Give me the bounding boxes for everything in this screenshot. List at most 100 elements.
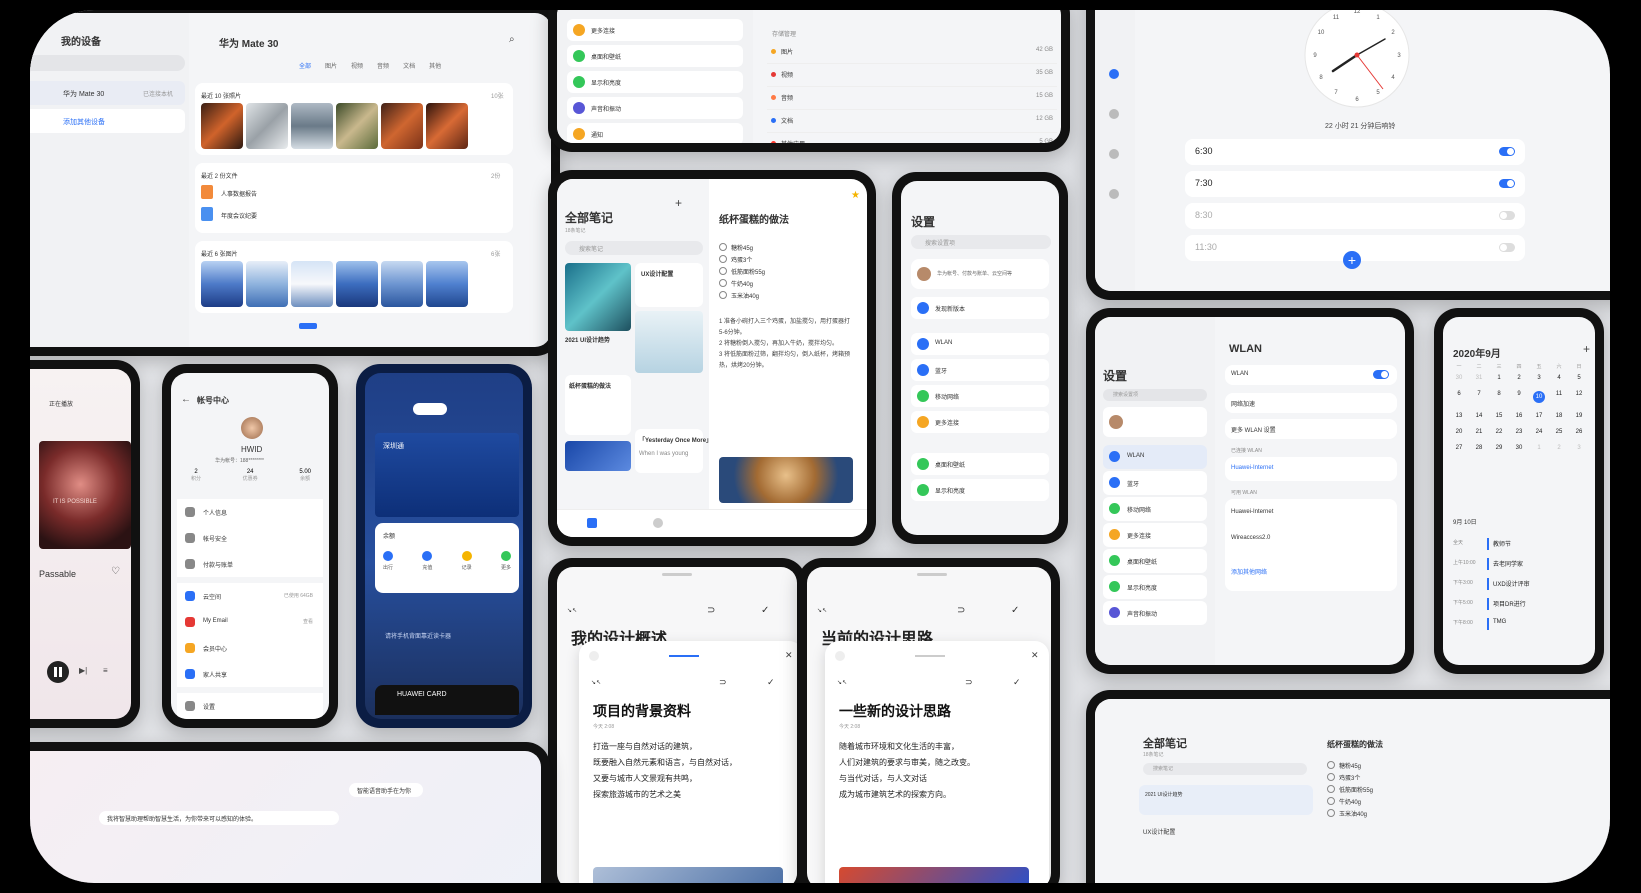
- stopwatch-icon[interactable]: [1109, 149, 1119, 159]
- event-item[interactable]: 下午3:00 UXD设计评审: [1453, 575, 1593, 595]
- world-clock-icon[interactable]: [1109, 109, 1119, 119]
- calendar-date[interactable]: 3: [1529, 375, 1549, 381]
- undo-icon[interactable]: ⊃: [707, 605, 715, 616]
- wlan-toggle-row[interactable]: WLAN: [1225, 365, 1397, 385]
- done-icon[interactable]: ✓: [1011, 605, 1019, 616]
- checklist-item[interactable]: 鸡蛋3个: [1327, 771, 1373, 783]
- settings-row[interactable]: 更多连接: [911, 411, 1049, 433]
- search-icon[interactable]: ⌕: [509, 35, 515, 45]
- drag-handle[interactable]: [917, 573, 947, 576]
- photo-thumb[interactable]: [336, 103, 378, 149]
- calendar-date[interactable]: 4: [1549, 375, 1569, 381]
- photo-thumb[interactable]: [336, 261, 378, 307]
- note-card-image[interactable]: [635, 311, 703, 373]
- alarm-row[interactable]: 7:30: [1185, 171, 1525, 197]
- transit-card[interactable]: 深圳通: [375, 433, 519, 517]
- device-row[interactable]: 华为 Mate 30 已连接本机: [30, 81, 185, 105]
- settings-row[interactable]: 桌面和壁纸: [567, 45, 743, 67]
- photo-thumb[interactable]: [246, 261, 288, 307]
- checklist-item[interactable]: 糖粉45g: [719, 241, 765, 253]
- checkbox[interactable]: [719, 279, 727, 287]
- file-name[interactable]: 年度会议纪要: [221, 211, 257, 220]
- account-row[interactable]: [1103, 407, 1207, 437]
- calendar-date[interactable]: 1: [1489, 375, 1509, 381]
- account-stat[interactable]: 5.00 余额: [299, 469, 311, 482]
- checkbox[interactable]: [719, 255, 727, 263]
- file-name[interactable]: 人事数据报告: [221, 189, 257, 198]
- checkbox[interactable]: [1327, 773, 1335, 781]
- photo-thumb[interactable]: [381, 261, 423, 307]
- photo-thumb[interactable]: [291, 103, 333, 149]
- checklist-item[interactable]: 低筋面粉55g: [1327, 783, 1373, 795]
- sidebar-item[interactable]: 蓝牙: [1103, 471, 1207, 495]
- settings-row[interactable]: 显示和亮度: [567, 71, 743, 93]
- network-accel-row[interactable]: 网络加速: [1225, 393, 1397, 413]
- calendar-date[interactable]: 5: [1569, 375, 1589, 381]
- calendar-date[interactable]: 10: [1533, 391, 1545, 403]
- sidebar-item[interactable]: 桌面和壁纸: [1103, 549, 1207, 573]
- calendar-date[interactable]: 24: [1529, 429, 1549, 435]
- alarm-toggle[interactable]: [1499, 179, 1515, 188]
- alarm-row[interactable]: 8:30: [1185, 203, 1525, 229]
- account-menu-item[interactable]: 帐号安全: [177, 525, 323, 551]
- note-card-image[interactable]: [565, 263, 631, 331]
- sidebar-item[interactable]: WLAN: [1103, 445, 1207, 469]
- settings-row[interactable]: 桌面和壁纸: [911, 453, 1049, 475]
- tab-item[interactable]: 全部: [299, 61, 311, 70]
- alarm-row[interactable]: 6:30: [1185, 139, 1525, 165]
- storage-item[interactable]: 图片 42 GB: [767, 41, 1057, 64]
- calendar-date[interactable]: 26: [1569, 429, 1589, 435]
- wallet-action[interactable]: 出行: [383, 551, 393, 571]
- sidebar-item[interactable]: 更多连接: [1103, 523, 1207, 547]
- account-menu-item[interactable]: 家人共享: [177, 661, 323, 687]
- add-alarm-button[interactable]: +: [1343, 251, 1361, 269]
- account-menu-item[interactable]: 设置: [177, 693, 323, 719]
- selection-icon[interactable]: ↘↖: [567, 607, 577, 614]
- storage-item[interactable]: 其他应用 5 GB: [767, 133, 1057, 143]
- heart-icon[interactable]: ♡: [111, 567, 120, 577]
- settings-row[interactable]: 蓝牙: [911, 359, 1049, 381]
- note-photo[interactable]: [593, 867, 783, 883]
- add-device-row[interactable]: 添加其他设备: [30, 109, 185, 133]
- wallet-action[interactable]: 记录: [461, 551, 472, 571]
- add-event-icon[interactable]: +: [1583, 343, 1590, 355]
- tab-item[interactable]: 视频: [351, 61, 363, 70]
- calendar-date[interactable]: 12: [1569, 391, 1589, 403]
- photo-thumb[interactable]: [291, 261, 333, 307]
- todo-tab-icon[interactable]: [653, 518, 663, 528]
- sidebar-item[interactable]: 声音和振动: [1103, 601, 1207, 625]
- selection-icon[interactable]: ↘↖: [817, 607, 827, 614]
- event-item[interactable]: 上午10:00 去老同学家: [1453, 555, 1593, 575]
- settings-row[interactable]: 显示和亮度: [911, 479, 1049, 501]
- event-item[interactable]: 下午8:00 TMG: [1453, 615, 1593, 635]
- calendar-date[interactable]: 21: [1469, 429, 1489, 435]
- undo-icon[interactable]: ⊃: [957, 605, 965, 616]
- calendar-date[interactable]: 1: [1529, 445, 1549, 451]
- note-photo[interactable]: [719, 457, 853, 503]
- search-input[interactable]: [30, 55, 185, 71]
- add-note-icon[interactable]: +: [675, 197, 682, 209]
- photo-thumb[interactable]: [426, 261, 468, 307]
- account-stat[interactable]: 2 积分: [191, 469, 201, 482]
- account-menu-item[interactable]: 会员中心: [177, 635, 323, 661]
- calendar-date[interactable]: 18: [1549, 413, 1569, 419]
- alarm-toggle[interactable]: [1499, 211, 1515, 220]
- settings-row[interactable]: 发现新版本: [911, 297, 1049, 319]
- checkbox[interactable]: [1327, 809, 1335, 817]
- selection-icon[interactable]: ↘↖: [591, 679, 601, 686]
- tab-item[interactable]: 图片: [325, 61, 337, 70]
- tab-item[interactable]: 音频: [377, 61, 389, 70]
- connected-network[interactable]: Huawei-Internet: [1225, 457, 1397, 481]
- note-card-title[interactable]: UX设计配置: [1143, 827, 1175, 836]
- checklist-item[interactable]: 玉米油40g: [1327, 807, 1373, 819]
- done-icon[interactable]: ✓: [761, 605, 769, 616]
- checkbox[interactable]: [719, 267, 727, 275]
- account-stat[interactable]: 24 优惠券: [243, 469, 258, 482]
- sidebar-item[interactable]: 显示和亮度: [1103, 575, 1207, 599]
- account-menu-item[interactable]: 个人信息: [177, 499, 323, 525]
- network-item[interactable]: Wireaccess2.0: [1231, 535, 1270, 541]
- note-photo[interactable]: [839, 867, 1029, 883]
- notes-tab-icon[interactable]: [587, 518, 597, 528]
- avatar[interactable]: [241, 417, 263, 439]
- more-wlan-row[interactable]: 更多 WLAN 设置: [1225, 419, 1397, 439]
